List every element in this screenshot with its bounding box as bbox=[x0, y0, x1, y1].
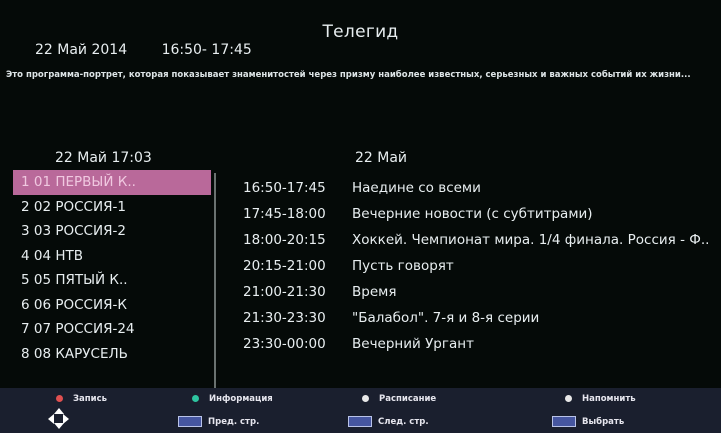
schedule-time: 21:30-23:30 bbox=[243, 310, 326, 326]
schedule-row[interactable]: 21:00-21:30 Время bbox=[225, 279, 721, 305]
prev-page-label: Пред. стр. bbox=[208, 417, 260, 427]
ok-key-icon bbox=[552, 416, 576, 427]
record-label: Запись bbox=[73, 394, 108, 404]
schedule-time: 16:50-17:45 bbox=[243, 180, 326, 196]
schedule-time: 21:00-21:30 bbox=[243, 284, 326, 300]
channel-item-8[interactable]: 8 08 КАРУСЕЛЬ bbox=[13, 342, 211, 367]
schedule-title: Пусть говорят bbox=[352, 258, 454, 274]
schedule-label: Расписание bbox=[379, 394, 437, 404]
schedule-row[interactable]: 17:45-18:00 Вечерние новости (с субтитра… bbox=[225, 201, 721, 227]
green-dot-icon bbox=[192, 395, 199, 402]
schedule-row[interactable]: 16:50-17:45 Наедине со всеми bbox=[225, 175, 721, 201]
footer-bar: Запись Информация Расписание Напомнить П… bbox=[0, 388, 721, 433]
schedule-row[interactable]: 18:00-20:15 Хоккей. Чемпионат мира. 1/4 … bbox=[225, 227, 721, 253]
program-datetime: 22 Май 2014 16:50- 17:45 bbox=[35, 42, 252, 58]
schedule-title: Наедине со всеми bbox=[352, 180, 481, 196]
schedule-row[interactable]: 23:30-00:00 Вечерний Ургант bbox=[225, 331, 721, 357]
schedule-list: 16:50-17:45 Наедине со всеми 17:45-18:00… bbox=[225, 175, 721, 357]
channel-list: 1 01 ПЕРВЫЙ К.. 2 02 РОССИЯ-1 3 03 РОССИ… bbox=[13, 170, 211, 366]
red-dot-icon bbox=[56, 395, 63, 402]
channel-item-2[interactable]: 2 02 РОССИЯ-1 bbox=[13, 195, 211, 220]
schedule-hint[interactable]: Расписание bbox=[362, 394, 436, 404]
info-hint[interactable]: Информация bbox=[192, 394, 273, 404]
dpad-icon bbox=[48, 408, 70, 430]
schedule-time: 20:15-21:00 bbox=[243, 258, 326, 274]
schedule-row[interactable]: 20:15-21:00 Пусть говорят bbox=[225, 253, 721, 279]
channel-item-5[interactable]: 5 05 ПЯТЫЙ К.. bbox=[13, 268, 211, 293]
channel-item-6[interactable]: 6 06 РОССИЯ-К bbox=[13, 293, 211, 318]
next-page-hint[interactable]: След. стр. bbox=[348, 416, 429, 427]
schedule-title: Время bbox=[352, 284, 397, 300]
page-up-key-icon bbox=[178, 416, 202, 427]
page-down-key-icon bbox=[348, 416, 372, 427]
schedule-title: Вечерний Ургант bbox=[352, 336, 474, 352]
column-divider bbox=[214, 173, 216, 388]
record-hint[interactable]: Запись bbox=[56, 394, 107, 404]
prev-page-hint[interactable]: Пред. стр. bbox=[178, 416, 259, 427]
program-time-range: 16:50- 17:45 bbox=[161, 42, 252, 58]
select-hint[interactable]: Выбрать bbox=[552, 416, 624, 427]
info-label: Информация bbox=[209, 394, 273, 404]
white-dot-icon bbox=[362, 395, 369, 402]
channel-item-1[interactable]: 1 01 ПЕРВЫЙ К.. bbox=[13, 170, 211, 195]
channel-item-3[interactable]: 3 03 РОССИЯ-2 bbox=[13, 219, 211, 244]
page-title: Телегид bbox=[322, 22, 399, 42]
channel-list-header: 22 Май 17:03 bbox=[55, 150, 152, 166]
schedule-time: 17:45-18:00 bbox=[243, 206, 326, 222]
tv-guide-screen: Телегид 22 Май 2014 16:50- 17:45 Это про… bbox=[0, 0, 721, 433]
next-page-label: След. стр. bbox=[378, 417, 429, 427]
schedule-row[interactable]: 21:30-23:30 "Балабол". 7-я и 8-я серии bbox=[225, 305, 721, 331]
schedule-header: 22 Май bbox=[355, 150, 408, 166]
white-dot-icon bbox=[565, 395, 572, 402]
program-description: Это программа-портрет, которая показывае… bbox=[6, 70, 691, 80]
program-date: 22 Май 2014 bbox=[35, 42, 128, 58]
schedule-title: Хоккей. Чемпионат мира. 1/4 финала. Росс… bbox=[352, 232, 710, 248]
schedule-title: "Балабол". 7-я и 8-я серии bbox=[352, 310, 540, 326]
schedule-title: Вечерние новости (с субтитрами) bbox=[352, 206, 593, 222]
channel-item-7[interactable]: 7 07 РОССИЯ-24 bbox=[13, 317, 211, 342]
select-label: Выбрать bbox=[582, 417, 625, 427]
schedule-time: 18:00-20:15 bbox=[243, 232, 326, 248]
schedule-time: 23:30-00:00 bbox=[243, 336, 326, 352]
remind-hint[interactable]: Напомнить bbox=[565, 394, 636, 404]
remind-label: Напомнить bbox=[582, 394, 636, 404]
channel-item-4[interactable]: 4 04 НТВ bbox=[13, 244, 211, 269]
